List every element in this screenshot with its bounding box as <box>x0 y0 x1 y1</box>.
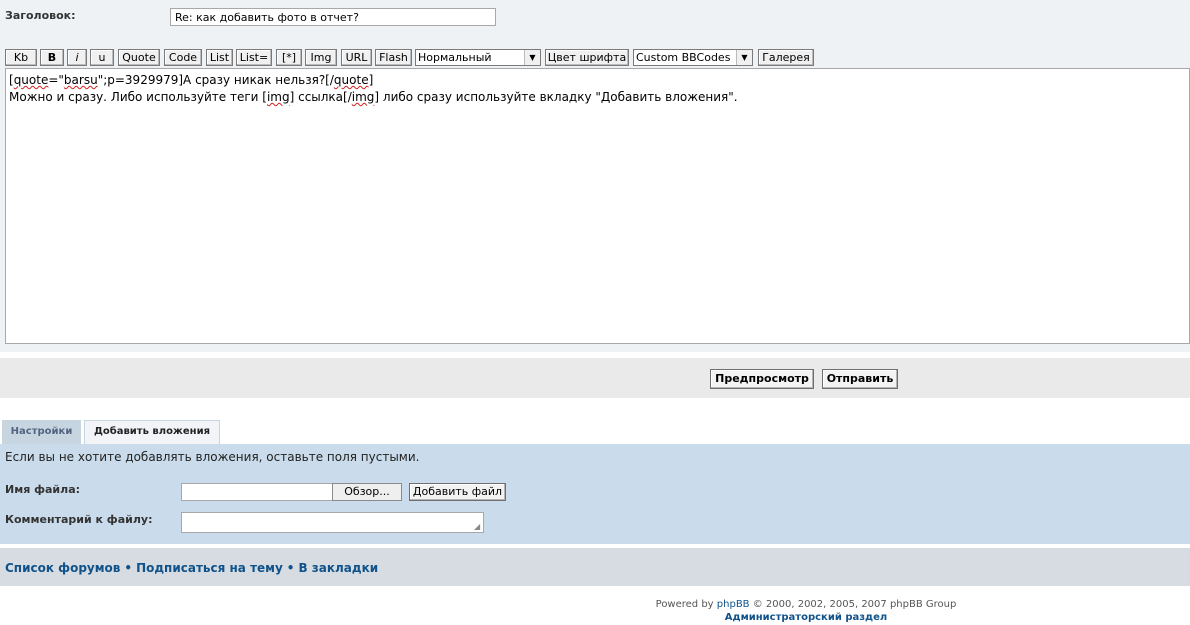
editor-text-misspelled: img <box>266 90 290 104</box>
editor-text-misspelled: barsu <box>63 73 98 87</box>
italic-button[interactable]: i <box>67 49 87 66</box>
filename-label: Имя файла: <box>5 483 81 496</box>
attachments-hint: Если вы не хотите добавлять вложения, ос… <box>5 450 420 464</box>
browse-button[interactable]: Обзор... <box>332 483 402 501</box>
chevron-down-icon: ▼ <box>524 50 540 65</box>
submit-row <box>0 358 1190 398</box>
quote-button[interactable]: Quote <box>118 49 160 66</box>
file-path-input[interactable] <box>181 483 333 501</box>
footer-text: © 2000, 2002, 2005, 2007 phpBB Group <box>749 599 957 610</box>
forum-list-link[interactable]: Список форумов <box>5 561 120 575</box>
custom-bbcodes-select[interactable]: Custom BBCodes ▼ <box>633 49 753 66</box>
subscribe-topic-link[interactable]: Подписаться на тему <box>136 561 283 575</box>
editor-text-misspelled: img <box>351 90 375 104</box>
file-comment-label: Комментарий к файлу: <box>5 513 153 526</box>
resize-grip-icon[interactable]: ◢ <box>474 523 482 531</box>
editor-text-misspelled: quote <box>13 73 49 87</box>
editor-text: Можно и сразу. Либо используйте теги [ <box>9 90 267 104</box>
subject-input[interactable]: Re: как добавить фото в отчет? <box>170 8 496 26</box>
submit-button[interactable]: Отправить <box>822 369 898 389</box>
editor-text-misspelled: quote <box>333 73 369 87</box>
tab-settings[interactable]: Настройки <box>2 420 81 444</box>
code-button[interactable]: Code <box>164 49 202 66</box>
tab-attachments[interactable]: Добавить вложения <box>84 420 220 445</box>
nav-separator: • <box>286 561 295 575</box>
img-button[interactable]: Img <box>305 49 337 66</box>
editor-text: ] либо сразу используйте вкладку "Добави… <box>374 90 738 104</box>
footer-text: Powered by <box>655 599 717 610</box>
message-textarea[interactable]: [quote="barsu";p=3929979]А сразу никак н… <box>5 68 1190 344</box>
underline-button[interactable]: u <box>90 49 114 66</box>
editor-text: ";p=3929979]А сразу никак нельзя?[/ <box>97 73 334 87</box>
phpbb-link[interactable]: phpBB <box>717 599 750 610</box>
kb-button[interactable]: Kb <box>5 49 37 66</box>
editor-text: ] ссылка[/ <box>289 90 352 104</box>
breadcrumb: Список форумов • Подписаться на тему • В зак… <box>5 561 378 575</box>
editor-text: ] <box>368 73 374 87</box>
font-size-value: Нормальный <box>418 51 492 64</box>
font-color-button[interactable]: Цвет шрифта <box>545 49 629 66</box>
flash-button[interactable]: Flash <box>375 49 412 66</box>
add-file-button[interactable]: Добавить файл <box>409 483 506 501</box>
subject-label: Заголовок: <box>5 9 76 22</box>
powered-by-footer: Powered by phpBB © 2000, 2002, 2005, 200… <box>0 599 1190 610</box>
custom-bbcodes-value: Custom BBCodes <box>636 51 731 64</box>
list-button[interactable]: List <box>206 49 233 66</box>
bookmarks-link[interactable]: В закладки <box>298 561 378 575</box>
url-button[interactable]: URL <box>341 49 372 66</box>
ordered-list-button[interactable]: List= <box>236 49 272 66</box>
bold-button[interactable]: B <box>40 49 64 66</box>
font-size-select[interactable]: Нормальный ▼ <box>415 49 541 66</box>
preview-button[interactable]: Предпросмотр <box>710 369 814 389</box>
chevron-down-icon: ▼ <box>736 50 752 65</box>
editor-text: =" <box>48 73 64 87</box>
list-item-button[interactable]: [*] <box>276 49 302 66</box>
file-comment-textarea[interactable] <box>181 512 484 533</box>
admin-panel-link[interactable]: Администраторский раздел <box>0 612 1190 623</box>
gallery-button[interactable]: Галерея <box>758 49 814 66</box>
nav-separator: • <box>124 561 133 575</box>
